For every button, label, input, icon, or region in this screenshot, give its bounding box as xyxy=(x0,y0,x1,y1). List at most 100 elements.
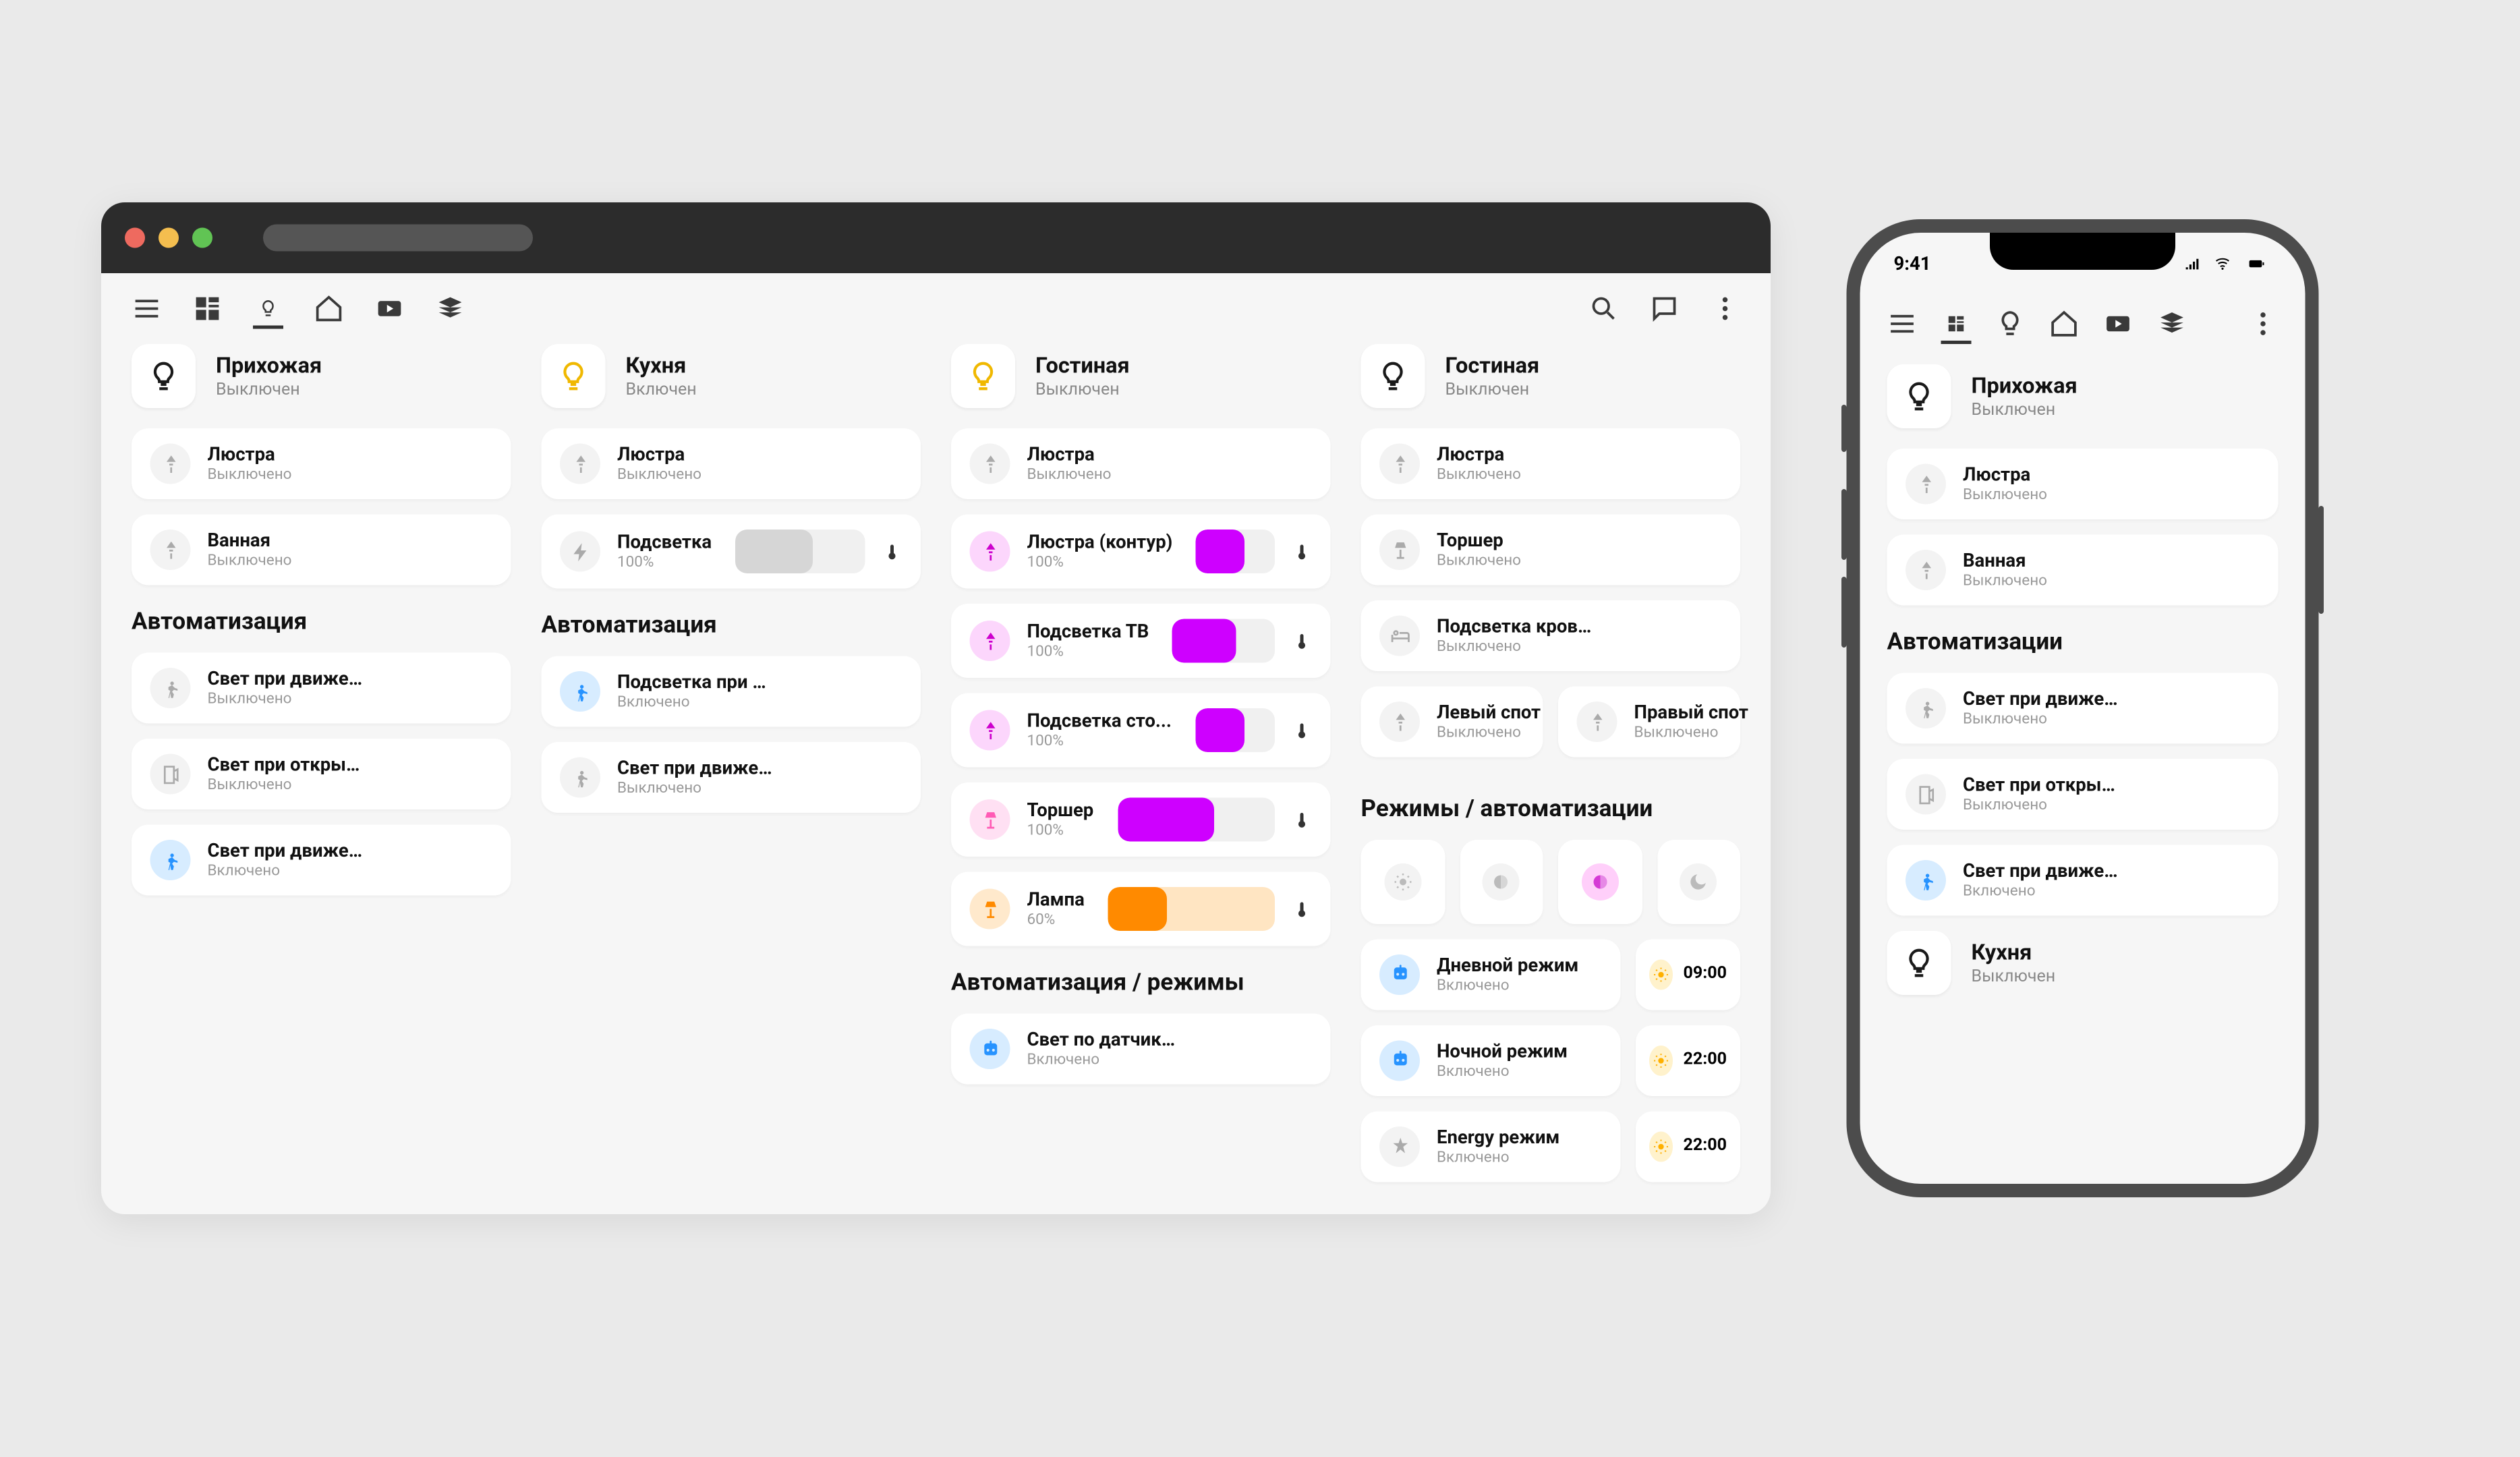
address-bar[interactable] xyxy=(263,225,533,252)
room-status: Выключен xyxy=(1972,401,2078,420)
device-title: Подсветка сто... xyxy=(1027,710,1172,733)
color-temp-icon[interactable] xyxy=(882,542,903,562)
minimize-button[interactable] xyxy=(159,228,179,248)
color-temp-icon[interactable] xyxy=(1292,809,1312,830)
bulb-icon xyxy=(1887,364,1951,428)
room-status: Выключен xyxy=(1035,380,1130,399)
video-icon[interactable] xyxy=(374,293,405,324)
stack-icon[interactable] xyxy=(435,293,465,324)
brightness-slider[interactable] xyxy=(1195,708,1275,752)
more-icon[interactable] xyxy=(2248,309,2279,339)
device-card[interactable]: Люстра (контур) 100% xyxy=(951,515,1331,589)
color-temp-icon[interactable] xyxy=(1292,720,1312,741)
device-card[interactable]: Свет при движении (ванная) Включено xyxy=(1887,845,2279,916)
brightness-slider[interactable] xyxy=(1117,798,1275,842)
brightness-slider[interactable] xyxy=(1172,619,1275,663)
device-card[interactable]: Торшер 100% xyxy=(951,782,1331,857)
menu-icon[interactable] xyxy=(1887,309,1918,339)
room-title: Гостиная xyxy=(1035,353,1130,379)
room-header[interactable]: Гостиная Выключен xyxy=(951,344,1331,408)
room-header[interactable]: Прихожая Выключен xyxy=(1887,364,2279,428)
device-card[interactable]: Люстра Выключено xyxy=(1887,449,2279,519)
menu-icon[interactable] xyxy=(132,293,162,324)
device-status: 100% xyxy=(1027,823,1094,840)
dashboard-icon[interactable] xyxy=(192,293,223,324)
video-icon[interactable] xyxy=(2103,309,2134,339)
device-card[interactable]: Свет при движении Выключено xyxy=(132,653,511,724)
device-card[interactable]: Дневной режим Включено xyxy=(1361,938,1621,1009)
room-header[interactable]: Прихожая Выключен xyxy=(132,344,511,408)
device-card[interactable]: Подсветка ТВ 100% xyxy=(951,604,1331,678)
device-card[interactable]: Свет при движении Выключено xyxy=(1887,673,2279,744)
device-card[interactable]: Подсветка кровати Выключено xyxy=(1361,600,1741,671)
device-title: Подсветка кровати xyxy=(1437,616,1592,638)
device-card[interactable]: Люстра Выключено xyxy=(1361,428,1741,499)
lights-icon[interactable] xyxy=(253,299,283,329)
light-icon xyxy=(1906,464,1946,505)
device-card[interactable]: Свет по датчику в кресле Включено xyxy=(951,1014,1331,1085)
maximize-button[interactable] xyxy=(192,228,212,248)
mode-sun[interactable] xyxy=(1361,840,1445,923)
device-card[interactable]: Лампа 60% xyxy=(951,872,1331,946)
device-status: Выключено xyxy=(208,553,292,570)
room-header[interactable]: Гостиная Выключен xyxy=(1361,344,1741,408)
mode-moon[interactable] xyxy=(1657,840,1740,923)
app-toolbar xyxy=(101,273,1771,344)
device-card[interactable]: Свет при открытии двери Выключено xyxy=(1887,759,2279,830)
dashboard-icon[interactable] xyxy=(1941,314,1972,344)
device-title: Свет при движении xyxy=(1963,688,2118,710)
device-status: 100% xyxy=(617,555,712,572)
device-card[interactable]: Свет при движении Выключено xyxy=(542,742,921,813)
device-card[interactable]: Ванная Выключено xyxy=(132,515,511,585)
light-icon xyxy=(560,444,600,484)
device-card[interactable]: Люстра Выключено xyxy=(132,428,511,499)
mode-half[interactable] xyxy=(1460,840,1543,923)
device-card[interactable]: Люстра Выключено xyxy=(951,428,1331,499)
device-status: 100% xyxy=(1027,644,1149,661)
light-icon xyxy=(1906,550,1946,590)
more-icon[interactable] xyxy=(1710,293,1740,324)
device-card[interactable]: Свет при открытии двери Выключено xyxy=(132,739,511,809)
time-card[interactable]: 09:00 xyxy=(1636,938,1740,1009)
device-card[interactable]: Подсветка сто... 100% xyxy=(951,693,1331,768)
time-card[interactable]: 22:00 xyxy=(1636,1025,1740,1095)
device-card[interactable]: Подсветка при движении Включено xyxy=(542,656,921,727)
device-card[interactable]: Подсветка 100% xyxy=(542,515,921,589)
device-card[interactable]: Люстра Выключено xyxy=(542,428,921,499)
color-temp-icon[interactable] xyxy=(1292,542,1312,562)
chat-icon[interactable] xyxy=(1649,293,1680,324)
brightness-slider[interactable] xyxy=(735,530,865,573)
home-icon[interactable] xyxy=(2049,309,2080,339)
time-card[interactable]: 22:00 xyxy=(1636,1110,1740,1181)
device-title: Люстра xyxy=(208,444,292,466)
search-icon[interactable] xyxy=(1588,293,1619,324)
room-title: Гостиная xyxy=(1445,353,1540,379)
stack-icon[interactable] xyxy=(2157,309,2187,339)
device-card[interactable]: Ночной режим Включено xyxy=(1361,1025,1621,1095)
brightness-slider[interactable] xyxy=(1196,530,1275,573)
device-status: Включено xyxy=(1963,884,2118,901)
room-title: Кухня xyxy=(1972,940,2056,966)
close-button[interactable] xyxy=(125,228,145,248)
mode-active[interactable] xyxy=(1558,840,1642,923)
device-card[interactable]: Торшер Выключено xyxy=(1361,515,1741,585)
color-temp-icon[interactable] xyxy=(1292,631,1312,651)
lights-icon[interactable] xyxy=(1995,309,2026,339)
home-icon[interactable] xyxy=(314,293,344,324)
light-icon xyxy=(1379,702,1420,742)
device-card[interactable]: Energy режим Включено xyxy=(1361,1110,1621,1181)
device-card[interactable]: Левый спот Выключено xyxy=(1361,687,1543,758)
device-card[interactable]: Ванная Выключено xyxy=(1887,535,2279,606)
robot-icon xyxy=(1379,954,1420,994)
room-header[interactable]: Кухня Включен xyxy=(542,344,921,408)
room-header[interactable]: Кухня Выключен xyxy=(1887,931,2279,995)
device-status: Включено xyxy=(208,863,363,880)
device-status: Включено xyxy=(1437,1063,1568,1080)
door-icon xyxy=(150,754,191,795)
device-title: Люстра xyxy=(617,444,701,466)
device-status: Выключено xyxy=(1634,725,1748,742)
device-card[interactable]: Свет при движении (ванная) Включено xyxy=(132,825,511,896)
device-card[interactable]: Правый спот Выключено xyxy=(1558,687,1740,758)
color-temp-icon[interactable] xyxy=(1292,899,1312,919)
brightness-slider[interactable] xyxy=(1108,887,1275,931)
